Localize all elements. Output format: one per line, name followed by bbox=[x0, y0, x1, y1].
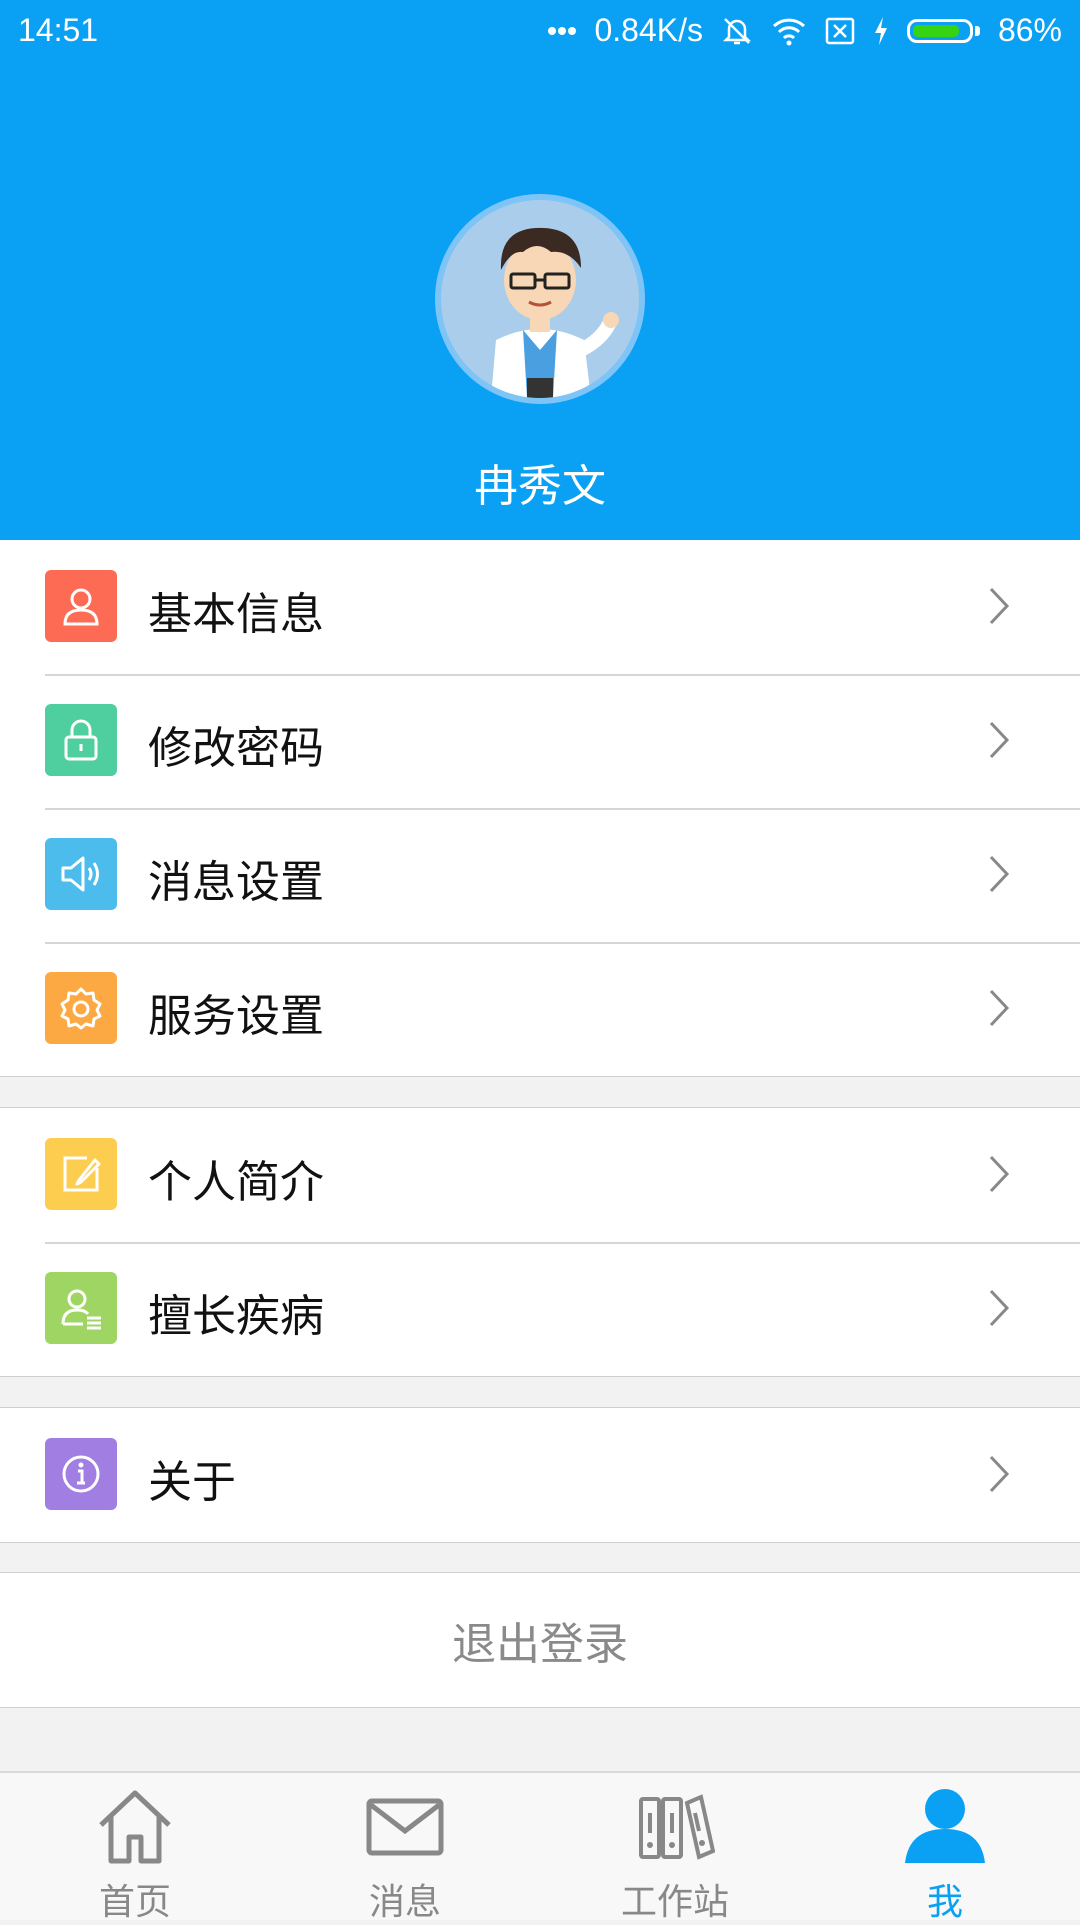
battery-icon bbox=[906, 18, 980, 43]
menu-item-change-password[interactable]: 修改密码 bbox=[0, 674, 1080, 808]
settings-group-about: 关于 bbox=[0, 1407, 1080, 1543]
chevron-right-icon bbox=[988, 586, 1010, 630]
home-icon bbox=[95, 1785, 175, 1865]
menu-item-label: 关于 bbox=[148, 1457, 236, 1508]
chevron-right-icon bbox=[988, 1288, 1010, 1332]
status-time: 14:51 bbox=[18, 12, 99, 48]
tab-label: 首页 bbox=[98, 1882, 171, 1923]
person-list-icon bbox=[45, 1272, 117, 1344]
tab-messages[interactable]: 消息 bbox=[305, 1773, 505, 1923]
tab-label: 工作站 bbox=[620, 1882, 729, 1923]
menu-item-about[interactable]: 关于 bbox=[0, 1408, 1080, 1542]
menu-item-personal-intro[interactable]: 个人简介 bbox=[0, 1108, 1080, 1242]
mute-bell-icon bbox=[721, 15, 753, 47]
logout-button[interactable]: 退出登录 bbox=[0, 1573, 1080, 1707]
person-icon bbox=[45, 570, 117, 642]
settings-group-account: 基本信息 修改密码 消息设置 服务设置 bbox=[0, 540, 1080, 1077]
chevron-right-icon bbox=[988, 1154, 1010, 1198]
menu-item-label: 基本信息 bbox=[148, 589, 324, 640]
menu-item-message-settings[interactable]: 消息设置 bbox=[0, 808, 1080, 942]
doctor-avatar[interactable] bbox=[435, 194, 645, 404]
lock-icon bbox=[45, 704, 117, 776]
menu-item-label: 个人简介 bbox=[148, 1157, 324, 1208]
user-icon bbox=[905, 1785, 985, 1865]
more-dots-icon bbox=[548, 26, 577, 36]
menu-item-label: 擅长疾病 bbox=[148, 1291, 324, 1342]
info-icon bbox=[45, 1438, 117, 1510]
settings-group-profile: 个人简介 擅长疾病 bbox=[0, 1107, 1080, 1377]
status-icons: 0.84K/s 86% bbox=[548, 12, 1062, 49]
bottom-tab-bar: 首页 消息 工作站 我 bbox=[0, 1771, 1080, 1923]
logout-group: 退出登录 bbox=[0, 1572, 1080, 1708]
tab-label: 消息 bbox=[368, 1882, 441, 1923]
no-sim-icon bbox=[825, 17, 855, 45]
tab-home[interactable]: 首页 bbox=[35, 1773, 235, 1923]
chevron-right-icon bbox=[988, 720, 1010, 764]
mail-icon bbox=[365, 1785, 445, 1865]
folders-icon bbox=[635, 1785, 716, 1865]
speaker-icon bbox=[45, 838, 117, 910]
menu-item-label: 修改密码 bbox=[148, 723, 324, 774]
profile-header: 14:51 0.84K/s 86% 冉秀文 bbox=[0, 0, 1080, 540]
gear-icon bbox=[45, 972, 117, 1044]
menu-item-service-settings[interactable]: 服务设置 bbox=[0, 942, 1080, 1076]
menu-item-specialty[interactable]: 擅长疾病 bbox=[0, 1242, 1080, 1376]
menu-item-label: 服务设置 bbox=[148, 991, 324, 1042]
network-speed: 0.84K/s bbox=[594, 12, 703, 48]
chevron-right-icon bbox=[988, 1454, 1010, 1498]
battery-percent: 86% bbox=[997, 12, 1062, 48]
wifi-icon bbox=[771, 16, 807, 46]
edit-icon bbox=[45, 1138, 117, 1210]
tab-label: 我 bbox=[926, 1882, 963, 1923]
chevron-right-icon bbox=[988, 988, 1010, 1032]
tab-workstation[interactable]: 工作站 bbox=[575, 1773, 775, 1923]
tab-me[interactable]: 我 bbox=[845, 1773, 1045, 1923]
user-name: 冉秀文 bbox=[474, 461, 606, 512]
menu-item-label: 消息设置 bbox=[148, 857, 324, 908]
menu-item-basic-info[interactable]: 基本信息 bbox=[0, 540, 1080, 674]
charging-icon bbox=[873, 16, 889, 46]
status-bar: 14:51 0.84K/s 86% bbox=[0, 0, 1080, 64]
chevron-right-icon bbox=[988, 854, 1010, 898]
